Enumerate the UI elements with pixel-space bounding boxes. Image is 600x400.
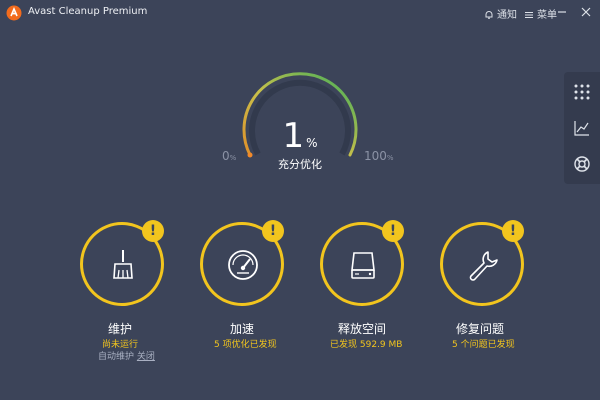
broom-icon: [113, 250, 133, 279]
grid-icon: [574, 84, 590, 100]
optimization-percent: 1%: [210, 116, 390, 156]
percent-value: 1: [282, 116, 305, 156]
free-space-status: 已发现 592.9 MB: [330, 340, 403, 350]
gauge-max-unit: %: [386, 154, 394, 162]
app-title: Avast Cleanup Premium: [28, 6, 148, 17]
gauge-min-unit: %: [229, 154, 237, 162]
close-icon[interactable]: [577, 3, 595, 21]
maintenance-sub: 自动维护 关闭: [98, 349, 155, 362]
help-button[interactable]: [564, 146, 600, 182]
auto-maintenance-label: 自动维护: [98, 352, 135, 362]
percent-unit: %: [306, 136, 318, 150]
fix-problems-title: 修复问题: [456, 322, 505, 336]
gauge-min-label: 0%: [222, 149, 236, 163]
notify-button[interactable]: 通知: [484, 6, 517, 21]
title-bar: Avast Cleanup Premium 通知 菜单: [0, 0, 600, 26]
fix-problems-alert-badge: !: [502, 220, 524, 242]
optimization-label: 充分优化: [278, 158, 322, 171]
maintenance-title: 维护: [108, 322, 133, 336]
gauge-max-value: 100: [364, 149, 387, 163]
avast-logo-icon: [6, 5, 22, 21]
speedometer-icon: [228, 250, 258, 280]
notify-label: 通知: [497, 10, 517, 21]
dashboard-button[interactable]: [564, 74, 600, 110]
maintenance-alert-badge: !: [142, 220, 164, 242]
free-space-title: 释放空间: [338, 322, 387, 336]
gauge-max-label: 100%: [364, 149, 394, 163]
statistics-button[interactable]: [564, 110, 600, 146]
fix-problems-status: 5 个问题已发现: [452, 340, 515, 350]
chart-icon: [574, 121, 589, 136]
speed-up-title: 加速: [230, 322, 255, 336]
bell-icon: [485, 11, 493, 19]
wrench-icon: [469, 251, 498, 281]
optimization-gauge: 1% 充分优化: [210, 60, 390, 200]
gauge-min-value: 0: [222, 149, 230, 163]
minimize-icon[interactable]: [553, 3, 571, 21]
free-space-alert-badge: !: [382, 220, 404, 242]
menu-icon: [525, 12, 533, 18]
help-lifebuoy-icon: [574, 156, 590, 172]
speed-up-status: 5 项优化已发现: [214, 340, 277, 350]
speed-up-alert-badge: !: [262, 220, 284, 242]
side-panel: [564, 72, 600, 184]
hard-drive-icon: [351, 252, 375, 279]
auto-maintenance-toggle-link[interactable]: 关闭: [137, 352, 155, 362]
